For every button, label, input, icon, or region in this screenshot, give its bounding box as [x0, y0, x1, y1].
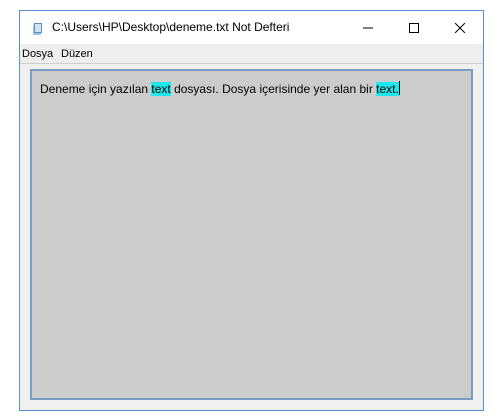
highlighted-text-segment: text. [376, 82, 399, 96]
notepad-window: C:\Users\HP\Desktop\deneme.txt Not Defte… [19, 10, 484, 411]
notepad-icon [32, 22, 43, 35]
title-bar[interactable]: C:\Users\HP\Desktop\deneme.txt Not Defte… [20, 11, 483, 44]
minimize-button[interactable] [345, 11, 391, 44]
close-icon [455, 22, 465, 33]
maximize-icon [409, 22, 419, 33]
menu-item-dosya[interactable]: Dosya [22, 48, 53, 60]
maximize-button[interactable] [391, 11, 437, 44]
close-button[interactable] [437, 11, 483, 44]
text-segment: dosyası. Dosya içerisinde yer alan bir [170, 82, 377, 96]
minimize-icon [363, 27, 373, 28]
text-caret [398, 81, 400, 95]
highlighted-text-segment: text [151, 82, 171, 96]
editor-text-line: Deneme için yazılan text dosyası. Dosya … [40, 81, 400, 96]
menu-bar: Dosya Düzen [20, 44, 483, 64]
menu-item-duzen[interactable]: Düzen [61, 48, 93, 60]
editor-text-area[interactable]: Deneme için yazılan text dosyası. Dosya … [30, 69, 473, 400]
text-segment: Deneme için yazılan [40, 82, 152, 96]
window-title: C:\Users\HP\Desktop\deneme.txt Not Defte… [52, 20, 290, 34]
